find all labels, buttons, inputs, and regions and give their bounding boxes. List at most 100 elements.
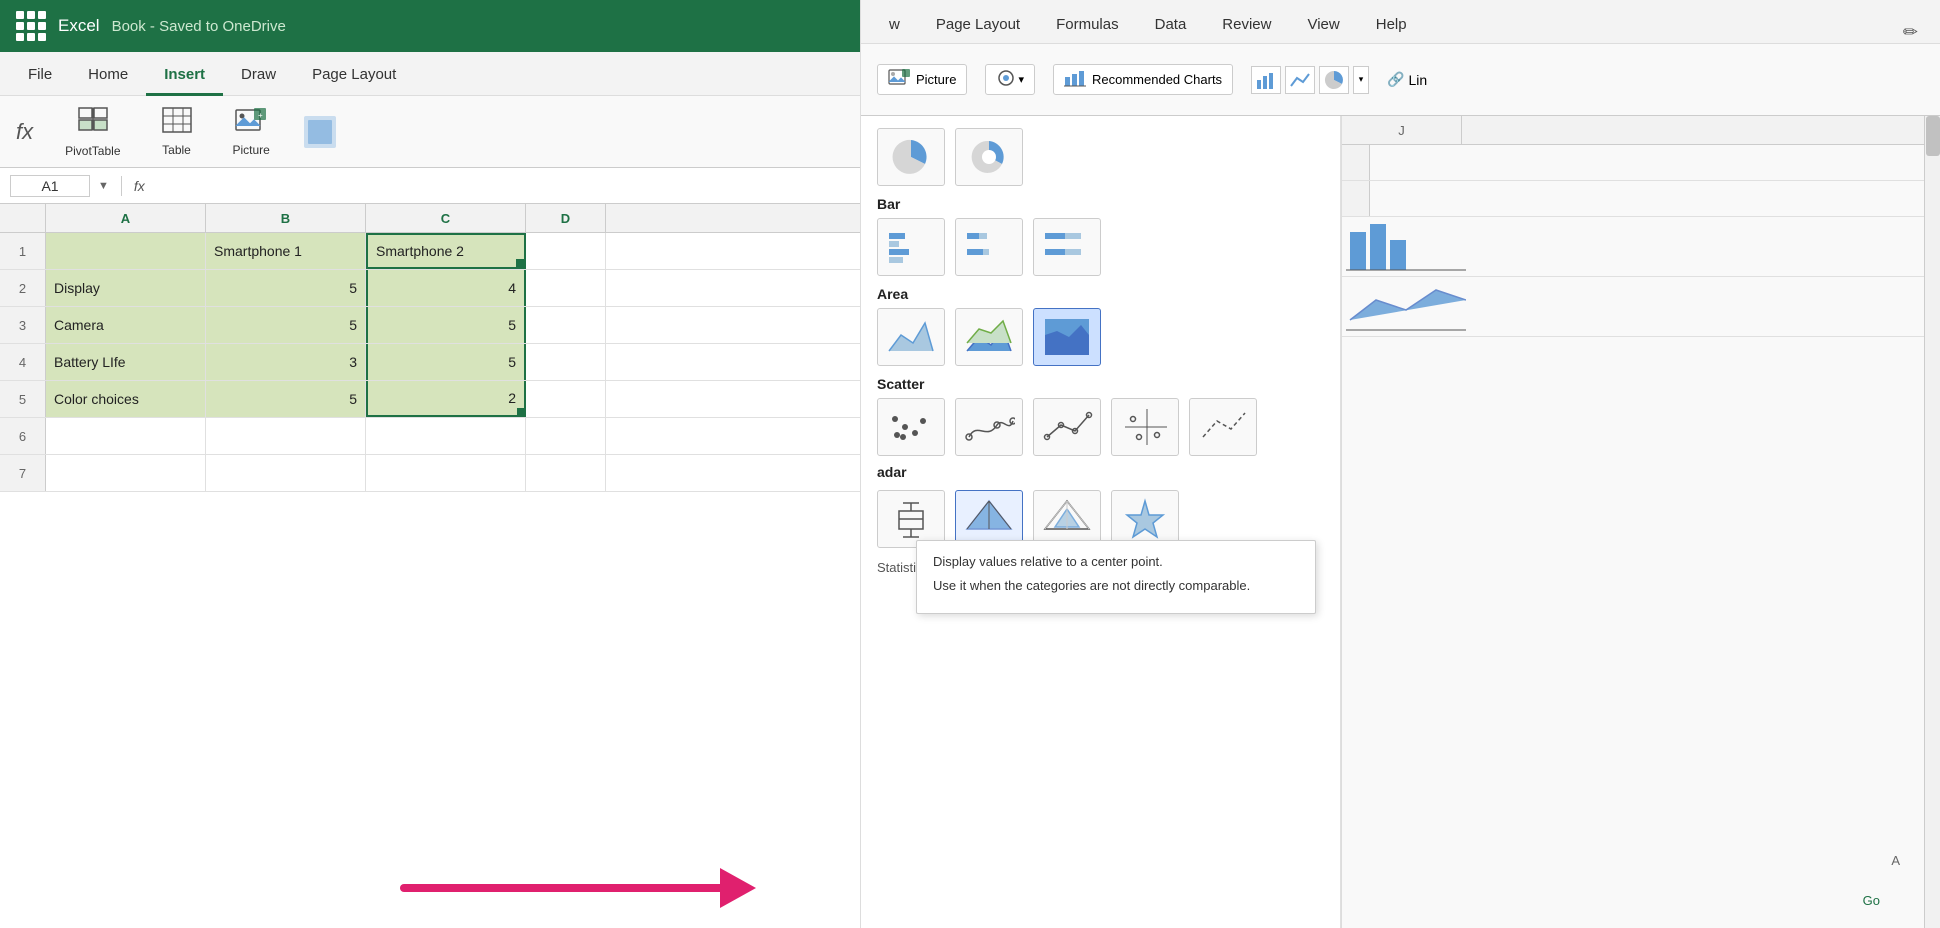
cell-c2[interactable]: 4 [366, 270, 526, 306]
corner-cell [0, 204, 46, 232]
line-chart-btn[interactable] [1285, 66, 1315, 94]
table-button[interactable]: Table [153, 102, 201, 161]
area-section-title: Area [877, 286, 1324, 302]
scatter-smooth-btn[interactable] [955, 398, 1023, 456]
shape-btn[interactable]: ▾ [985, 64, 1035, 95]
cell-b7[interactable] [206, 455, 366, 491]
tab-home[interactable]: Home [70, 56, 146, 96]
pie-chart-btn[interactable] [1319, 66, 1349, 94]
scatter-none-btn[interactable] [1189, 398, 1257, 456]
spreadsheet: A B C D 1 Smartphone 1 Smartphone 2 2 Di… [0, 204, 860, 848]
100-stacked-area-btn[interactable] [1033, 308, 1101, 366]
cell-c1[interactable]: Smartphone 2 [366, 233, 526, 269]
table-icon [161, 106, 193, 139]
row-num-3: 3 [0, 307, 46, 343]
cell-a4[interactable]: Battery LIfe [46, 344, 206, 380]
recommended-charts-btn[interactable]: Recommended Charts [1053, 64, 1233, 95]
column-chart-btn[interactable] [1251, 66, 1281, 94]
arrow-line [400, 884, 720, 892]
scatter-x-btn[interactable] [1111, 398, 1179, 456]
column-headers: A B C D [0, 204, 860, 233]
col-header-a[interactable]: A [46, 204, 206, 232]
row-num-6: 6 [0, 418, 46, 454]
cell-d2[interactable] [526, 270, 606, 306]
formula-bar: A1 ▼ fx [0, 168, 860, 204]
cell-b4[interactable]: 3 [206, 344, 366, 380]
cell-a3[interactable]: Camera [46, 307, 206, 343]
bar-icons-row [877, 218, 1324, 276]
pie-chart-icon-btn[interactable] [877, 128, 945, 186]
cell-b2[interactable]: 5 [206, 270, 366, 306]
cell-c6[interactable] [366, 418, 526, 454]
cell-c7[interactable] [366, 455, 526, 491]
cell-d3[interactable] [526, 307, 606, 343]
cell-b6[interactable] [206, 418, 366, 454]
chart-panel: w Page Layout Formulas Data Review View … [860, 0, 1940, 928]
cell-d5[interactable] [526, 381, 606, 417]
tab-file[interactable]: File [10, 56, 70, 96]
picture-ribbon-btn[interactable]: Picture [877, 64, 967, 95]
stacked-area-btn[interactable] [955, 308, 1023, 366]
pivottable-button[interactable]: PivotTable [57, 102, 128, 162]
tab-insert[interactable]: Insert [146, 56, 223, 96]
bar-section-title: Bar [877, 196, 1324, 212]
col-header-d[interactable]: D [526, 204, 606, 232]
fx-icon: fx [16, 119, 33, 145]
col-header-c[interactable]: C [366, 204, 526, 232]
donut-chart-icon-btn[interactable] [955, 128, 1023, 186]
cell-b1[interactable]: Smartphone 1 [206, 233, 366, 269]
table-row: 6 [0, 418, 860, 455]
area-chart-btn[interactable] [877, 308, 945, 366]
cell-c4[interactable]: 5 [366, 344, 526, 380]
stacked-bar-btn[interactable] [955, 218, 1023, 276]
cell-d1[interactable] [526, 233, 606, 269]
cell-ref-chevron[interactable]: ▼ [98, 180, 109, 192]
tab-help[interactable]: Help [1358, 6, 1425, 43]
area-icons-row [877, 308, 1324, 366]
tab-view[interactable]: View [1289, 6, 1357, 43]
cell-a5[interactable]: Color choices [46, 381, 206, 417]
scatter-line-btn[interactable] [1033, 398, 1101, 456]
row-num [1342, 145, 1370, 180]
app-dots-icon [16, 11, 46, 41]
cell-a6[interactable] [46, 418, 206, 454]
cell-reference[interactable]: A1 [10, 175, 90, 197]
stacked-bar-100-btn[interactable] [1033, 218, 1101, 276]
scrollbar[interactable] [1924, 116, 1940, 928]
pivottable-label: PivotTable [65, 144, 120, 158]
tab-draw[interactable]: Draw [223, 56, 294, 96]
table-row: 7 [0, 455, 860, 492]
tab-pagelayout-right[interactable]: Page Layout [918, 6, 1038, 43]
tab-pagelayout[interactable]: Page Layout [294, 56, 414, 96]
right-col-headers: J [1342, 116, 1940, 145]
scatter-section-title: Scatter [877, 376, 1324, 392]
cell-c5[interactable]: 2 [366, 381, 526, 417]
cell-d6[interactable] [526, 418, 606, 454]
picture-button-left[interactable]: + Picture [225, 102, 278, 161]
picture-ribbon-icon [888, 69, 910, 90]
cell-d7[interactable] [526, 455, 606, 491]
clustered-bar-btn[interactable] [877, 218, 945, 276]
excel-panel: Excel Book - Saved to OneDrive File Home… [0, 0, 860, 928]
row-num-2: 2 [0, 270, 46, 306]
cell-c3[interactable]: 5 [366, 307, 526, 343]
link-btn[interactable]: 🔗 Lin [1387, 71, 1427, 88]
chart-tooltip: Display values relative to a center poin… [916, 540, 1316, 614]
save-status: Book - Saved to OneDrive [112, 18, 286, 35]
cell-b3[interactable]: 5 [206, 307, 366, 343]
cell-a1[interactable] [46, 233, 206, 269]
tab-w[interactable]: w [871, 6, 918, 43]
edit-icon: ✏ [1903, 22, 1930, 43]
scroll-thumb[interactable] [1926, 116, 1940, 156]
chart-type-dropdown-btn[interactable]: ▾ [1353, 66, 1369, 94]
cell-a2[interactable]: Display [46, 270, 206, 306]
cell-a7[interactable] [46, 455, 206, 491]
tab-data[interactable]: Data [1137, 6, 1205, 43]
recommended-charts-icon [1064, 69, 1086, 90]
scatter-btn[interactable] [877, 398, 945, 456]
tab-formulas[interactable]: Formulas [1038, 6, 1137, 43]
col-header-b[interactable]: B [206, 204, 366, 232]
tab-review[interactable]: Review [1204, 6, 1289, 43]
cell-d4[interactable] [526, 344, 606, 380]
cell-b5[interactable]: 5 [206, 381, 366, 417]
